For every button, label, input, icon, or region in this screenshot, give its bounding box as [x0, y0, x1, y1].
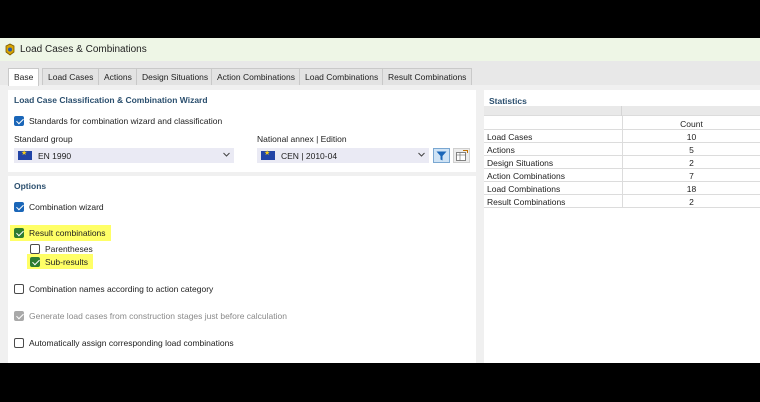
options-section: Options Combination wizard Result combin… — [8, 176, 476, 363]
tab-actions[interactable]: Actions — [98, 68, 138, 85]
table-row: Action Combinations 7 — [484, 169, 760, 182]
stat-label: Design Situations — [487, 158, 554, 168]
base-tab-content: Load Case Classification & Combination W… — [8, 90, 476, 363]
edit-standard-button[interactable] — [453, 148, 470, 163]
auto-assign-checkbox[interactable] — [14, 338, 24, 348]
national-annex-label: National annex | Edition — [257, 134, 347, 144]
count-column-header: Count — [622, 116, 760, 130]
wizard-heading: Load Case Classification & Combination W… — [14, 95, 208, 105]
load-cases-dialog: Load Cases & Combinations Base Load Case… — [0, 38, 760, 363]
stat-label: Result Combinations — [487, 197, 566, 207]
table-row: Design Situations 2 — [484, 156, 760, 169]
generate-load-cases-label: Generate load cases from construction st… — [29, 311, 287, 321]
title-bar: Load Cases & Combinations — [0, 38, 760, 61]
table-row: Actions 5 — [484, 143, 760, 156]
national-annex-value: CEN | 2010-04 — [281, 150, 338, 161]
stat-count: 18 — [622, 182, 760, 195]
tab-action-combinations[interactable]: Action Combinations — [211, 68, 301, 85]
standard-group-value: EN 1990 — [38, 150, 72, 161]
stat-count: 5 — [622, 143, 760, 156]
window-title: Load Cases & Combinations — [20, 44, 147, 55]
filter-icon — [436, 151, 447, 160]
options-heading: Options — [14, 181, 47, 191]
tab-load-combinations[interactable]: Load Combinations — [299, 68, 385, 85]
standard-group-dropdown[interactable]: EN 1990 — [14, 148, 234, 163]
wizard-section: Load Case Classification & Combination W… — [8, 90, 476, 172]
stat-count: 7 — [622, 169, 760, 182]
statistics-panel: Statistics Count Load Cases 10 Actions 5… — [484, 90, 760, 363]
table-row: Result Combinations 2 — [484, 195, 760, 208]
stat-count: 2 — [622, 195, 760, 208]
sub-results-checkbox[interactable] — [30, 257, 40, 267]
eu-flag-icon — [261, 149, 275, 160]
tab-design-situations[interactable]: Design Situations — [136, 68, 215, 85]
statistics-header-band — [484, 106, 760, 116]
eu-flag-icon — [18, 149, 32, 160]
standards-checkbox[interactable] — [14, 116, 24, 126]
combination-wizard-label: Combination wizard — [29, 202, 104, 212]
tab-result-combinations[interactable]: Result Combinations — [382, 68, 473, 85]
edit-table-icon — [455, 150, 468, 161]
combination-names-checkbox[interactable] — [14, 284, 24, 294]
stat-label: Load Cases — [487, 132, 533, 142]
statistics-heading: Statistics — [489, 96, 527, 106]
statistics-column-header: Count — [484, 116, 760, 130]
table-row: Load Cases 10 — [484, 130, 760, 143]
result-combinations-checkbox[interactable] — [14, 228, 24, 238]
tab-base[interactable]: Base — [8, 68, 40, 86]
stat-label: Actions — [487, 145, 515, 155]
stat-label: Load Combinations — [487, 184, 561, 194]
stat-count: 10 — [622, 130, 760, 143]
combination-names-label: Combination names according to action ca… — [29, 284, 214, 294]
combination-wizard-checkbox[interactable] — [14, 202, 24, 212]
table-row: Load Combinations 18 — [484, 182, 760, 195]
filter-button[interactable] — [433, 148, 450, 163]
parentheses-label: Parentheses — [45, 244, 93, 254]
auto-assign-label: Automatically assign corresponding load … — [29, 338, 234, 348]
tab-bar: Base Load Cases Actions Design Situation… — [0, 61, 760, 86]
parentheses-checkbox[interactable] — [30, 244, 40, 254]
app-icon — [4, 43, 16, 56]
sub-results-label: Sub-results — [45, 257, 88, 267]
chevron-down-icon — [223, 152, 230, 157]
stat-label: Action Combinations — [487, 171, 565, 181]
standards-checkbox-label: Standards for combination wizard and cla… — [29, 116, 223, 126]
stat-count: 2 — [622, 156, 760, 169]
standard-group-label: Standard group — [14, 134, 73, 144]
generate-load-cases-checkbox — [14, 311, 24, 321]
national-annex-dropdown[interactable]: CEN | 2010-04 — [257, 148, 429, 163]
tab-load-cases[interactable]: Load Cases — [42, 68, 100, 85]
result-combinations-label: Result combinations — [29, 228, 106, 238]
chevron-down-icon — [418, 152, 425, 157]
